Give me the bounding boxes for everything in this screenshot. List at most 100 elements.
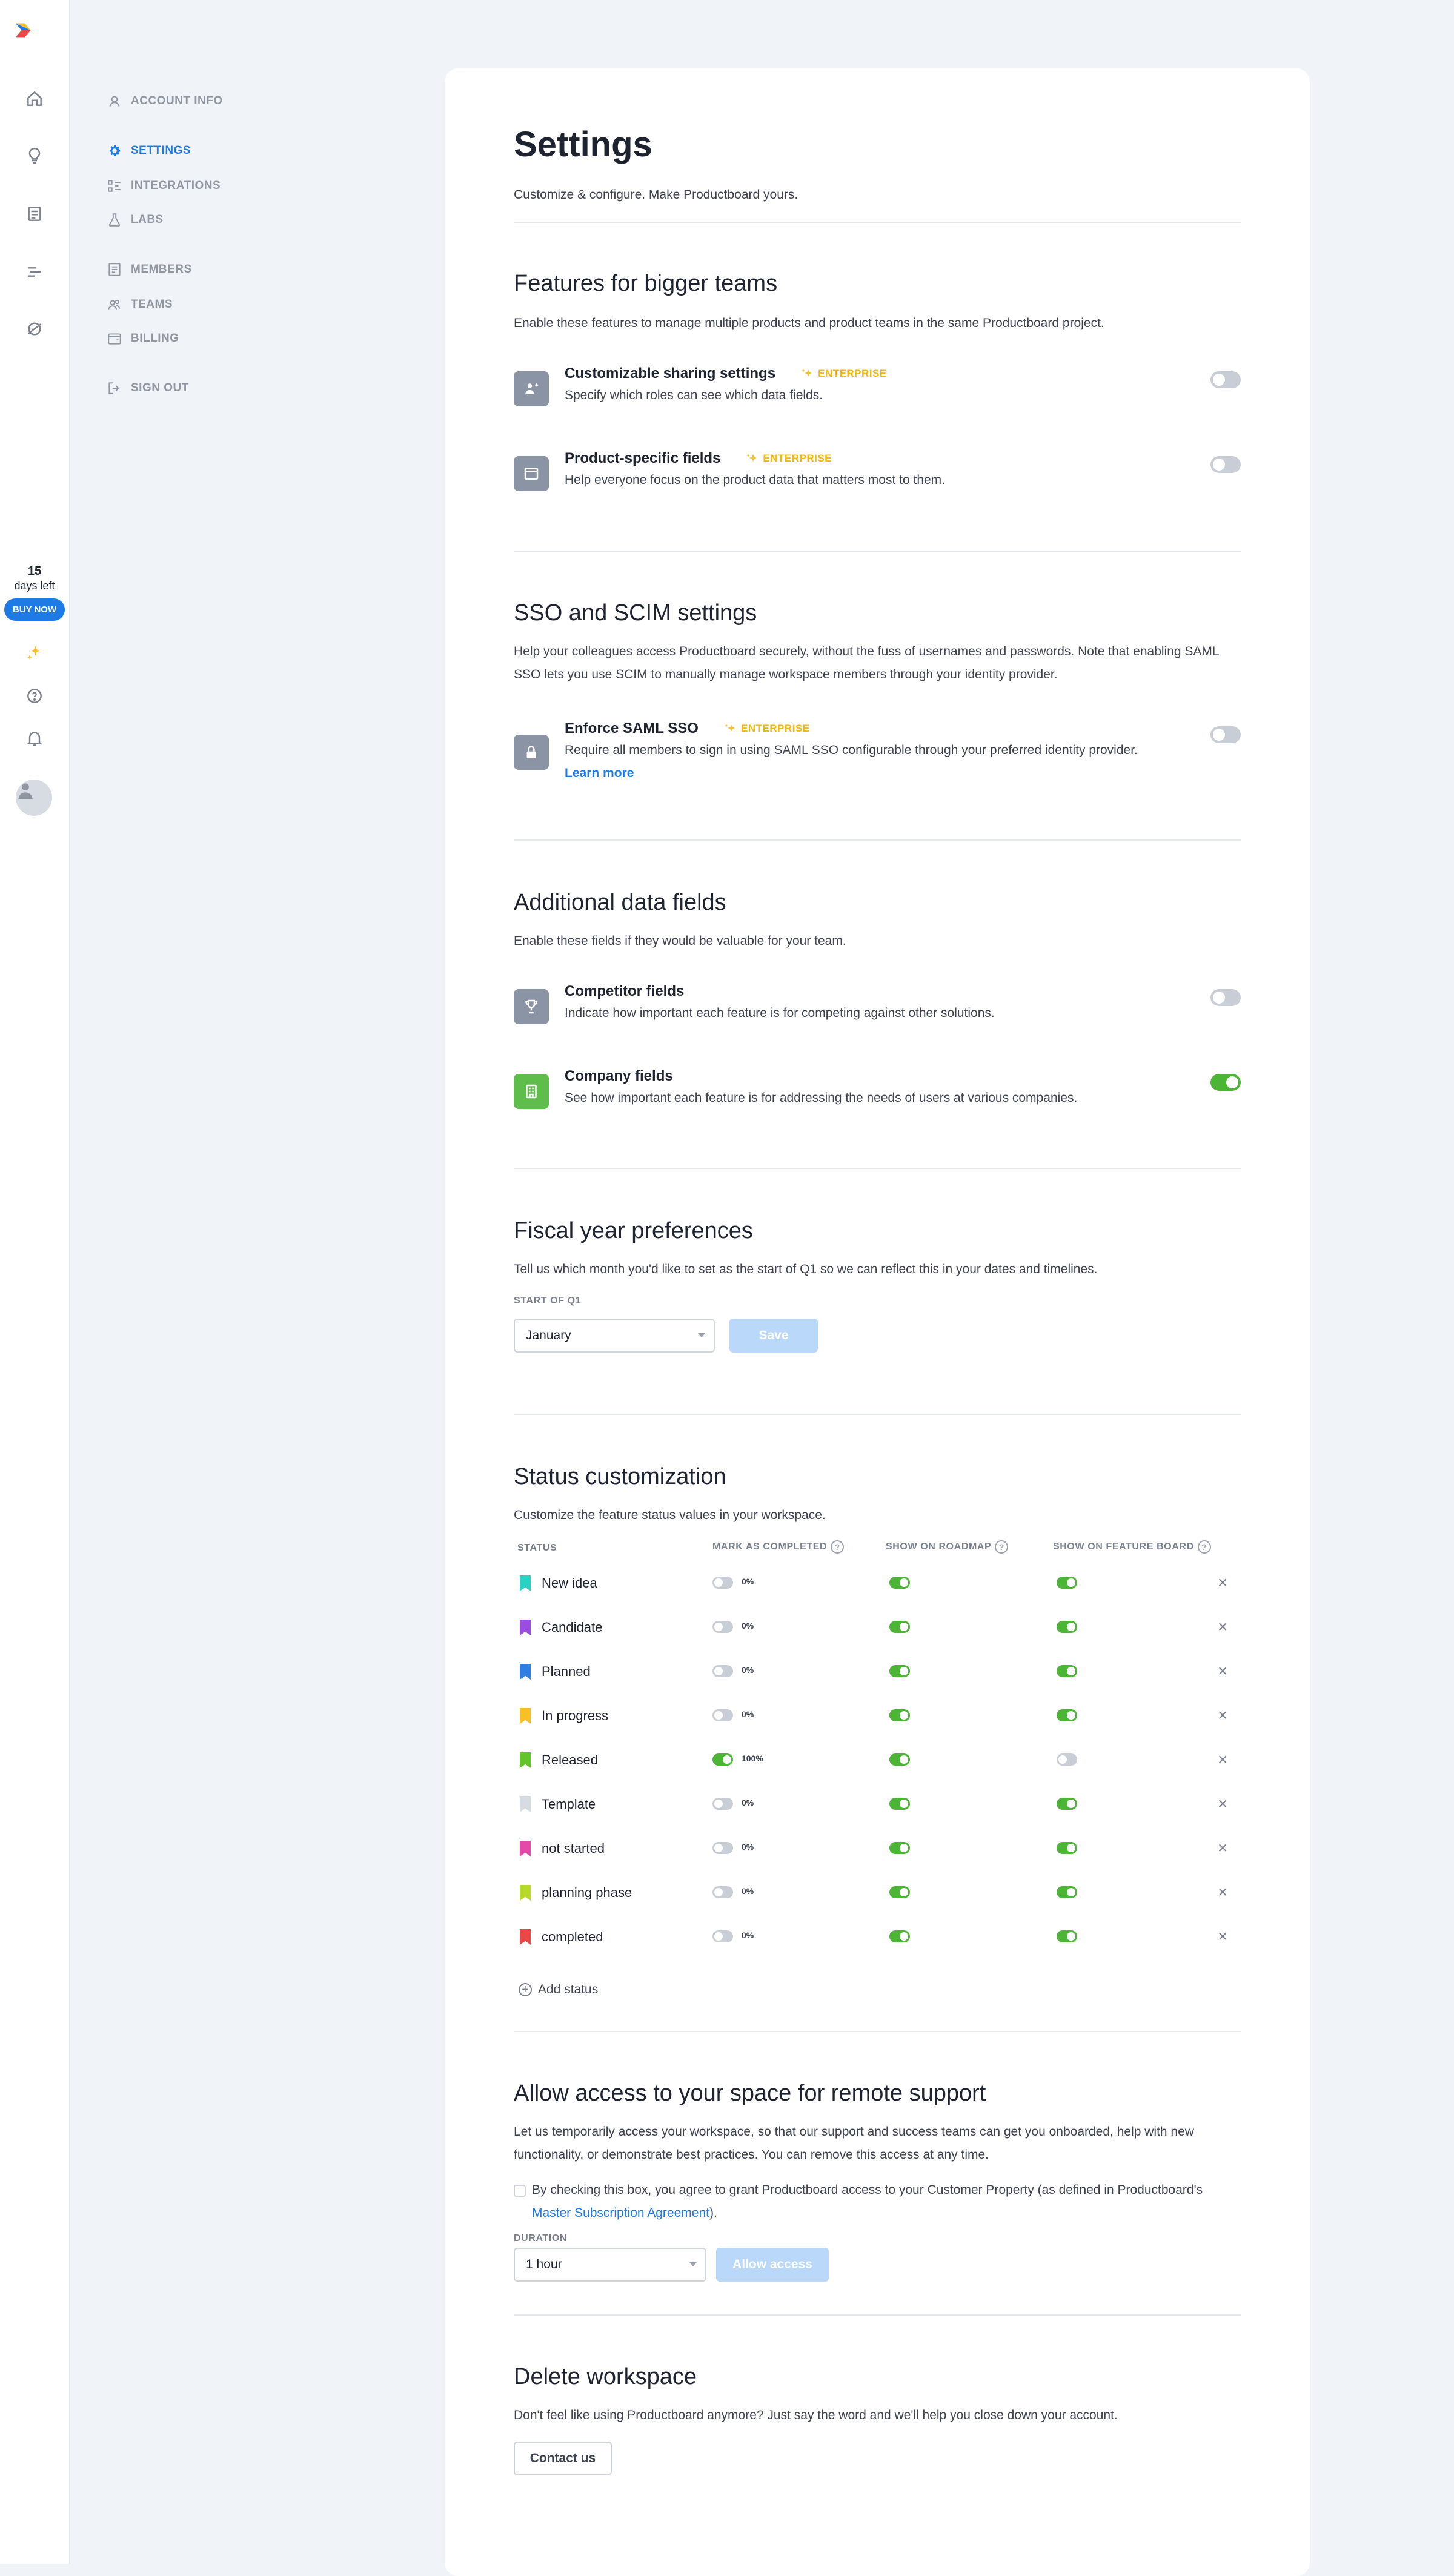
- completed-toggle[interactable]: [712, 1665, 733, 1677]
- status-name[interactable]: New idea: [542, 1575, 597, 1591]
- status-name[interactable]: not started: [542, 1841, 605, 1856]
- start-q1-select[interactable]: January: [514, 1319, 715, 1353]
- completed-toggle[interactable]: [712, 1753, 733, 1766]
- product-fields-toggle[interactable]: [1210, 456, 1241, 473]
- sparkle-icon[interactable]: [23, 641, 46, 664]
- competitor-toggle[interactable]: [1210, 989, 1241, 1006]
- completed-toggle[interactable]: [712, 1709, 733, 1721]
- completed-percent: 0%: [742, 1709, 754, 1719]
- status-name[interactable]: planning phase: [542, 1885, 632, 1901]
- status-flag-icon[interactable]: [520, 1929, 531, 1945]
- board-toggle[interactable]: [1057, 1798, 1077, 1810]
- status-row: Candidate 0% ×: [514, 1617, 1241, 1641]
- duration-label: DURATION: [514, 2233, 568, 2243]
- board-toggle[interactable]: [1057, 1709, 1077, 1721]
- buy-now-button[interactable]: BUY NOW: [4, 598, 65, 621]
- remove-status-icon[interactable]: ×: [1218, 1574, 1227, 1591]
- remove-status-icon[interactable]: ×: [1218, 1618, 1227, 1635]
- status-name[interactable]: Released: [542, 1752, 598, 1768]
- status-flag-icon[interactable]: [520, 1752, 531, 1768]
- board-toggle[interactable]: [1057, 1753, 1077, 1766]
- nav-item-account-info[interactable]: ACCOUNT INFO: [107, 93, 223, 109]
- status-flag-icon[interactable]: [520, 1664, 531, 1680]
- remove-status-icon[interactable]: ×: [1218, 1707, 1227, 1724]
- roadmap-toggle[interactable]: [889, 1842, 910, 1854]
- help-icon[interactable]: ?: [1197, 1540, 1211, 1554]
- sharing-toggle[interactable]: [1210, 371, 1241, 388]
- productboard-logo[interactable]: [16, 21, 52, 46]
- consent-text: By checking this box, you agree to grant…: [532, 2179, 1241, 2225]
- remove-status-icon[interactable]: ×: [1218, 1663, 1227, 1680]
- status-flag-icon[interactable]: [520, 1620, 531, 1635]
- board-toggle[interactable]: [1057, 1930, 1077, 1942]
- feature-desc: See how important each feature is for ad…: [565, 1091, 1078, 1105]
- completed-toggle[interactable]: [712, 1842, 733, 1854]
- roadmap-toggle[interactable]: [889, 1665, 910, 1677]
- roadmap-icon[interactable]: [23, 260, 46, 283]
- nav-item-members[interactable]: MEMBERS: [107, 262, 192, 277]
- status-flag-icon[interactable]: [520, 1841, 531, 1856]
- insights-icon[interactable]: [23, 144, 46, 167]
- roadmap-toggle[interactable]: [889, 1798, 910, 1810]
- company-toggle[interactable]: [1210, 1074, 1241, 1091]
- status-name[interactable]: completed: [542, 1929, 603, 1945]
- roadmap-toggle[interactable]: [889, 1753, 910, 1766]
- remove-status-icon[interactable]: ×: [1218, 1928, 1227, 1945]
- nav-label: LABS: [131, 213, 164, 226]
- roadmap-toggle[interactable]: [889, 1577, 910, 1589]
- nav-item-sign-out[interactable]: SIGN OUT: [107, 380, 189, 396]
- saml-toggle[interactable]: [1210, 726, 1241, 743]
- completed-toggle[interactable]: [712, 1621, 733, 1633]
- status-flag-icon[interactable]: [520, 1796, 531, 1812]
- nav-item-teams[interactable]: TEAMS: [107, 297, 173, 313]
- divider: [514, 839, 1241, 841]
- status-name[interactable]: Template: [542, 1796, 596, 1812]
- consent-checkbox[interactable]: [514, 2185, 526, 2197]
- roadmap-toggle[interactable]: [889, 1930, 910, 1942]
- avatar[interactable]: [16, 780, 52, 816]
- remove-status-icon[interactable]: ×: [1218, 1884, 1227, 1901]
- remove-status-icon[interactable]: ×: [1218, 1839, 1227, 1856]
- remove-status-icon[interactable]: ×: [1218, 1795, 1227, 1812]
- home-icon[interactable]: [23, 87, 46, 110]
- nav-item-billing[interactable]: BILLING: [107, 331, 179, 346]
- portal-icon[interactable]: [23, 317, 46, 340]
- roadmap-toggle[interactable]: [889, 1886, 910, 1898]
- notes-icon[interactable]: [23, 202, 46, 225]
- nav-item-labs[interactable]: LABS: [107, 212, 164, 228]
- status-name[interactable]: In progress: [542, 1708, 608, 1724]
- board-toggle[interactable]: [1057, 1886, 1077, 1898]
- board-toggle[interactable]: [1057, 1665, 1077, 1677]
- remove-status-icon[interactable]: ×: [1218, 1751, 1227, 1768]
- msa-link[interactable]: Master Subscription Agreement: [532, 2206, 709, 2220]
- completed-toggle[interactable]: [712, 1577, 733, 1589]
- status-row: not started 0% ×: [514, 1838, 1241, 1862]
- status-flag-icon[interactable]: [520, 1885, 531, 1901]
- nav-item-integrations[interactable]: INTEGRATIONS: [107, 178, 221, 194]
- completed-toggle[interactable]: [712, 1886, 733, 1898]
- trial-label: days left: [14, 580, 55, 592]
- board-toggle[interactable]: [1057, 1621, 1077, 1633]
- status-name[interactable]: Planned: [542, 1664, 591, 1680]
- completed-toggle[interactable]: [712, 1798, 733, 1810]
- duration-select[interactable]: 1 hour: [514, 2248, 706, 2282]
- board-toggle[interactable]: [1057, 1577, 1077, 1589]
- help-icon[interactable]: ?: [831, 1540, 845, 1554]
- help-icon[interactable]: [23, 684, 46, 707]
- board-toggle[interactable]: [1057, 1842, 1077, 1854]
- nav-item-settings[interactable]: SETTINGS: [107, 143, 191, 159]
- learn-more-link[interactable]: Learn more: [565, 766, 634, 781]
- roadmap-toggle[interactable]: [889, 1621, 910, 1633]
- allow-access-button[interactable]: Allow access: [716, 2248, 829, 2282]
- enterprise-badge: ENTERPRISE: [745, 451, 832, 466]
- status-flag-icon[interactable]: [520, 1575, 531, 1591]
- roadmap-toggle[interactable]: [889, 1709, 910, 1721]
- completed-toggle[interactable]: [712, 1930, 733, 1942]
- status-flag-icon[interactable]: [520, 1708, 531, 1724]
- status-name[interactable]: Candidate: [542, 1620, 602, 1635]
- add-status-button[interactable]: + Add status: [519, 1982, 598, 1997]
- bell-icon[interactable]: [23, 727, 46, 750]
- save-button[interactable]: Save: [729, 1319, 818, 1353]
- help-icon[interactable]: ?: [995, 1540, 1009, 1554]
- contact-us-button[interactable]: Contact us: [514, 2442, 612, 2475]
